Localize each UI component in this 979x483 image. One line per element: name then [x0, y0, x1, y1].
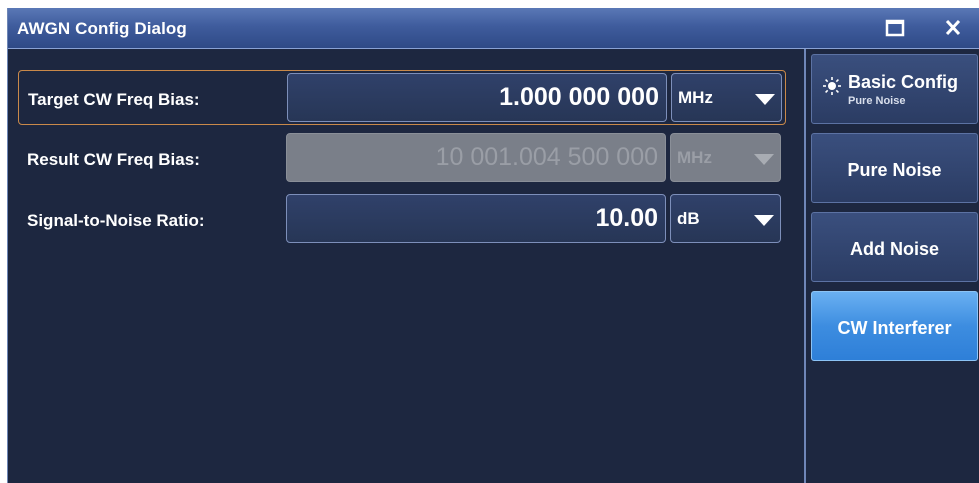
- basic-config-sublabel: Pure Noise: [848, 95, 906, 107]
- maximize-icon: [885, 19, 905, 37]
- result-cw-freq-bias-value: 10 001.004 500 000: [286, 133, 666, 182]
- title-bar[interactable]: AWGN Config Dialog: [8, 8, 979, 49]
- close-button[interactable]: [936, 13, 970, 43]
- add-noise-button[interactable]: Add Noise: [811, 212, 978, 282]
- target-cw-freq-bias-label: Target CW Freq Bias:: [28, 90, 200, 109]
- unit-value: MHz: [677, 148, 712, 167]
- result-cw-freq-bias-unit-select: MHz: [670, 133, 781, 182]
- target-cw-freq-bias-row: Target CW Freq Bias: 1.000 000 000 MHz: [18, 70, 786, 125]
- snr-unit-select[interactable]: dB: [670, 194, 781, 243]
- snr-input[interactable]: 10.00: [286, 194, 666, 243]
- chevron-down-icon: [754, 154, 774, 165]
- pure-noise-label: Pure Noise: [847, 160, 942, 180]
- awgn-config-dialog: AWGN Config Dialog Target CW Freq Bias: …: [7, 8, 979, 483]
- cw-interferer-label: CW Interferer: [837, 318, 952, 338]
- result-cw-freq-bias-row: Result CW Freq Bias: 10 001.004 500 000 …: [18, 131, 786, 186]
- close-icon: [945, 19, 961, 36]
- chevron-down-icon: [754, 215, 774, 226]
- cw-interferer-button[interactable]: CW Interferer: [811, 291, 978, 361]
- result-cw-freq-bias-label: Result CW Freq Bias:: [27, 150, 200, 169]
- target-cw-freq-bias-unit-select[interactable]: MHz: [671, 73, 782, 122]
- basic-config-label: Basic Config: [848, 72, 959, 92]
- unit-value: dB: [677, 209, 700, 228]
- unit-value: MHz: [678, 88, 713, 107]
- settings-panel: Target CW Freq Bias: 1.000 000 000 MHz R…: [8, 49, 804, 483]
- snr-row: Signal-to-Noise Ratio: 10.00 dB: [18, 192, 786, 247]
- basic-config-button[interactable]: Basic Config Pure Noise: [811, 54, 978, 124]
- window-title: AWGN Config Dialog: [17, 19, 187, 38]
- chevron-down-icon: [755, 94, 775, 105]
- gear-icon: [823, 77, 841, 95]
- snr-label: Signal-to-Noise Ratio:: [27, 211, 205, 230]
- pure-noise-button[interactable]: Pure Noise: [811, 133, 978, 203]
- target-cw-freq-bias-input[interactable]: 1.000 000 000: [287, 73, 667, 122]
- add-noise-label: Add Noise: [849, 239, 939, 259]
- maximize-button[interactable]: [878, 13, 912, 43]
- softkey-sidebar: Basic Config Pure Noise Pure Noise Add N…: [804, 49, 979, 483]
